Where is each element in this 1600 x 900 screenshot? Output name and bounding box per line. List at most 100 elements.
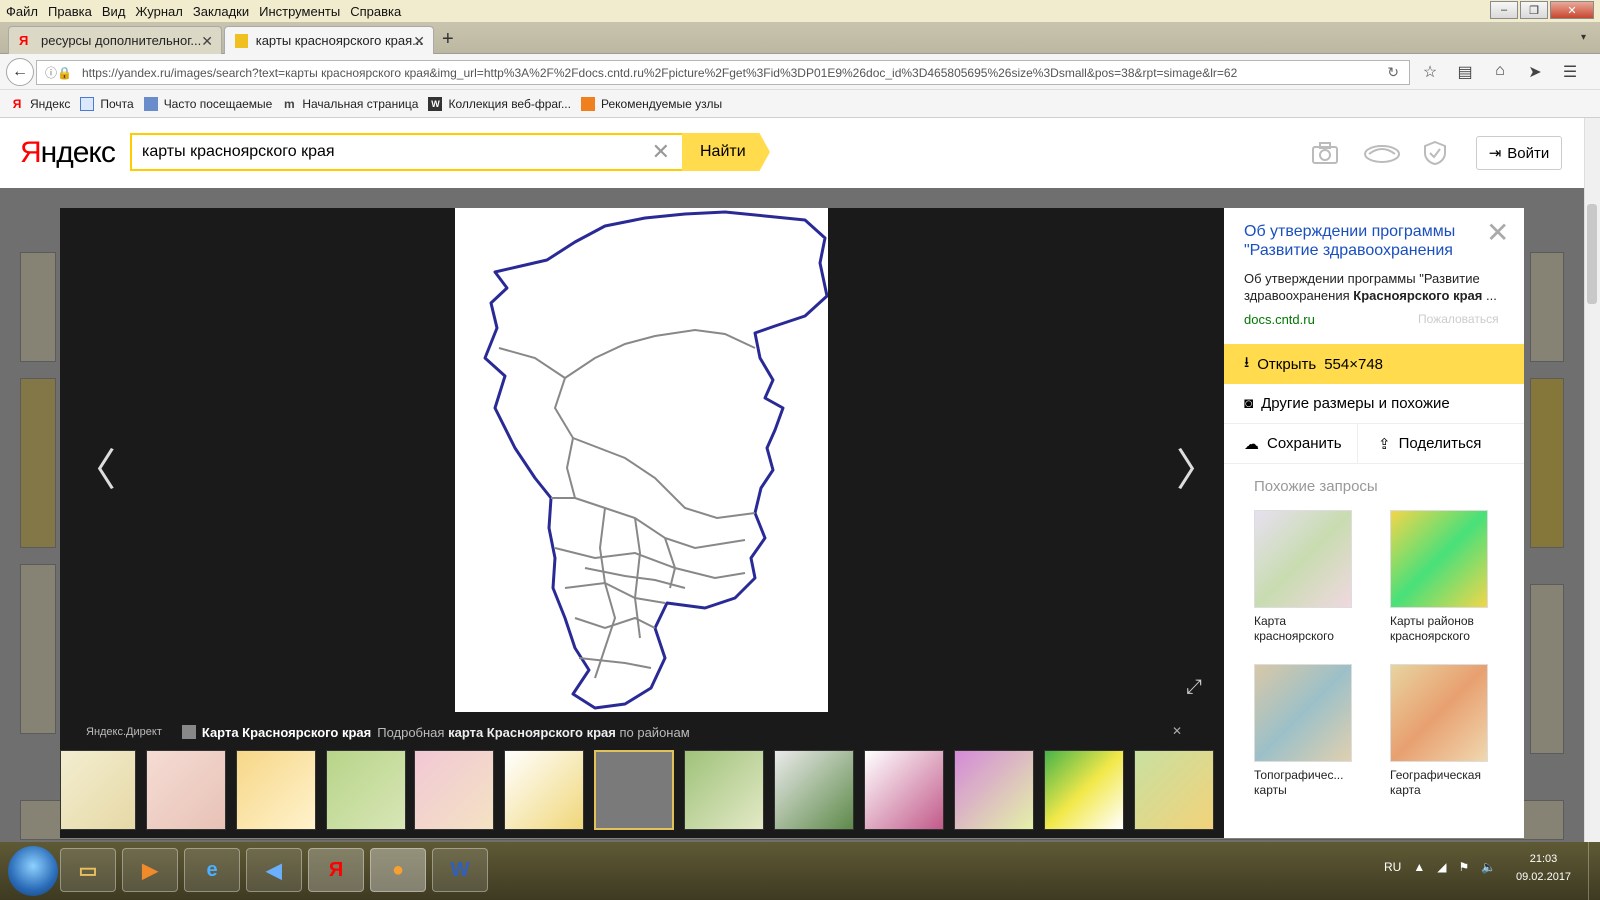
- previous-image-arrow-icon[interactable]: 〈: [72, 434, 116, 498]
- bookmark-star-icon[interactable]: ☆: [1420, 62, 1440, 82]
- show-hidden-icons-icon[interactable]: ▲: [1413, 860, 1425, 874]
- word-taskbar-icon[interactable]: W: [432, 848, 488, 892]
- open-image-button[interactable]: ⭳ Открыть 554×748: [1224, 344, 1524, 384]
- tab-resources[interactable]: Я ресурсы дополнительног... ✕: [8, 26, 222, 54]
- bookmark-yandex[interactable]: Я Яндекс: [10, 96, 71, 111]
- internet-explorer-taskbar-icon[interactable]: e: [184, 848, 240, 892]
- close-ad-icon[interactable]: ✕: [1172, 724, 1182, 738]
- minimize-button[interactable]: –: [1490, 1, 1518, 19]
- thumbnail-image[interactable]: [236, 750, 316, 830]
- thumbnail-image[interactable]: [684, 750, 764, 830]
- thumbnail-image-selected[interactable]: [594, 750, 674, 830]
- complain-link[interactable]: Пожаловаться: [1418, 312, 1499, 326]
- search-input[interactable]: карты красноярского края ✕: [130, 133, 682, 171]
- close-tab-icon[interactable]: ✕: [201, 33, 213, 50]
- shield-icon[interactable]: [1420, 138, 1450, 168]
- speaker-app-taskbar-icon[interactable]: ◀: [246, 848, 302, 892]
- new-tab-button[interactable]: +: [442, 28, 454, 51]
- menu-bar: Файл Правка Вид Журнал Закладки Инструме…: [0, 0, 1600, 22]
- tab-maps[interactable]: карты красноярского края... ✕: [224, 26, 434, 54]
- camera-icon[interactable]: [1310, 138, 1340, 168]
- volume-icon[interactable]: 🔈: [1481, 860, 1496, 874]
- clock[interactable]: 21:03 09.02.2017: [1516, 850, 1571, 886]
- pocket-icon[interactable]: ⌂: [1490, 62, 1510, 82]
- thumbnail-image[interactable]: [414, 750, 494, 830]
- start-button[interactable]: [8, 846, 58, 896]
- fullscreen-expand-icon[interactable]: ⤢: [1186, 676, 1202, 699]
- menu-tools[interactable]: Инструменты: [253, 4, 344, 19]
- thumbnail-image[interactable]: [1134, 750, 1214, 830]
- share-button[interactable]: ⇪ Поделиться: [1358, 424, 1524, 464]
- bookmark-start-page[interactable]: m Начальная страница: [282, 97, 418, 111]
- krasnoyarsk-map-outline: [483, 210, 829, 710]
- thumbnail-image[interactable]: [504, 750, 584, 830]
- save-button[interactable]: ☁ Сохранить: [1224, 424, 1358, 464]
- thumbnail-image[interactable]: [954, 750, 1034, 830]
- action-center-flag-icon[interactable]: ⚑: [1458, 860, 1469, 874]
- maximize-button[interactable]: ❐: [1520, 1, 1548, 19]
- explorer-taskbar-icon[interactable]: ▭: [60, 848, 116, 892]
- find-button[interactable]: Найти: [682, 133, 770, 171]
- similar-query-item[interactable]: Карта красноярского: [1254, 510, 1364, 644]
- menu-history[interactable]: Журнал: [129, 4, 186, 19]
- main-image[interactable]: [455, 208, 829, 712]
- reading-list-icon[interactable]: ▤: [1455, 62, 1475, 82]
- yandex-browser-taskbar-icon[interactable]: Я: [308, 848, 364, 892]
- close-window-button[interactable]: ✕: [1550, 1, 1594, 19]
- background-thumbnail: [1530, 378, 1564, 548]
- menu-view[interactable]: Вид: [96, 4, 130, 19]
- ad-favicon-icon: [181, 725, 196, 739]
- thumbnail-image[interactable]: [146, 750, 226, 830]
- thumbnail-image[interactable]: [774, 750, 854, 830]
- direct-ad-bar[interactable]: Яндекс.Директ Карта Красноярского края П…: [60, 720, 1224, 744]
- menu-file[interactable]: Файл: [0, 4, 42, 19]
- thumbnail-image[interactable]: [1044, 750, 1124, 830]
- thumbnail-image[interactable]: [60, 750, 136, 830]
- login-icon: ⇥: [1488, 145, 1502, 162]
- network-icon[interactable]: ◢: [1437, 860, 1446, 874]
- close-tab-icon[interactable]: ✕: [413, 33, 425, 50]
- share-label: Поделиться: [1398, 435, 1482, 452]
- similar-query-item[interactable]: Топографичес... карты: [1254, 664, 1364, 798]
- cloud-disk-icon[interactable]: [1362, 138, 1402, 168]
- yandex-logo[interactable]: Яндекс: [20, 136, 116, 170]
- next-image-arrow-icon[interactable]: 〉: [1176, 434, 1220, 498]
- bookmark-label: Часто посещаемые: [163, 96, 273, 111]
- ad-title[interactable]: Карта Красноярского края: [202, 725, 371, 740]
- bookmark-suggested-sites[interactable]: Рекомендуемые узлы: [580, 96, 722, 111]
- reload-icon[interactable]: ↻: [1387, 64, 1399, 81]
- close-panel-icon[interactable]: ✕: [1486, 216, 1509, 249]
- ad-text-bold: карта Красноярского края: [448, 724, 616, 740]
- thumbnail-image[interactable]: [864, 750, 944, 830]
- url-bar[interactable]: ⓘ🔒 https://yandex.ru/images/search?text=…: [36, 60, 1410, 85]
- clear-search-icon[interactable]: ✕: [652, 139, 670, 165]
- other-sizes-button[interactable]: ◙ Другие размеры и похожие: [1224, 384, 1524, 424]
- menu-bookmarks[interactable]: Закладки: [187, 4, 253, 19]
- page-scrollbar-thumb[interactable]: [1587, 204, 1597, 304]
- tab-list-icon[interactable]: ▾: [1581, 32, 1586, 43]
- send-icon[interactable]: ➤: [1525, 62, 1545, 82]
- login-button[interactable]: ⇥ Войти: [1476, 136, 1562, 170]
- menu-help[interactable]: Справка: [344, 4, 405, 19]
- bookmark-mail[interactable]: Почта: [80, 96, 134, 111]
- camera-search-icon: ◙: [1244, 395, 1254, 412]
- menu-edit[interactable]: Правка: [42, 4, 96, 19]
- hamburger-menu-icon[interactable]: ☰: [1560, 62, 1580, 82]
- site-info-icon[interactable]: ⓘ🔒: [45, 64, 72, 81]
- media-player-taskbar-icon[interactable]: ▶: [122, 848, 178, 892]
- firefox-taskbar-icon[interactable]: ●: [370, 848, 426, 892]
- source-domain-link[interactable]: docs.cntd.ru: [1244, 312, 1315, 327]
- similar-queries-heading: Похожие запросы: [1254, 478, 1378, 495]
- source-title-link[interactable]: Об утверждении программы "Развитие здрав…: [1244, 222, 1484, 260]
- similar-query-item[interactable]: Карты районов красноярского: [1390, 510, 1500, 644]
- show-desktop-button[interactable]: [1588, 842, 1600, 900]
- thumbnail-image[interactable]: [326, 750, 406, 830]
- bookmark-most-visited[interactable]: Часто посещаемые: [143, 96, 273, 111]
- back-button[interactable]: ←: [6, 58, 34, 86]
- start-page-icon: m: [284, 96, 295, 111]
- search-value: карты красноярского края: [142, 143, 335, 160]
- bookmark-web-slices[interactable]: W Коллекция веб-фраг...: [428, 96, 571, 111]
- language-indicator[interactable]: RU: [1384, 860, 1401, 874]
- similar-query-item[interactable]: Географическая карта: [1390, 664, 1500, 798]
- bookmark-label: Яндекс: [30, 96, 71, 111]
